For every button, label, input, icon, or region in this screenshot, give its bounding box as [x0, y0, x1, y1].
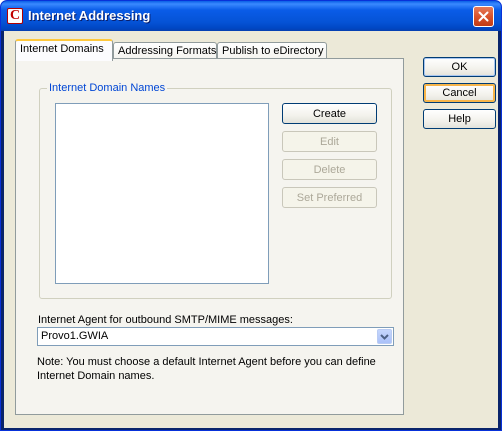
close-button[interactable] — [473, 6, 494, 27]
ok-button[interactable]: OK — [423, 57, 496, 77]
tab-label: Internet Domains — [20, 43, 104, 55]
internet-agent-label: Internet Agent for outbound SMTP/MIME me… — [38, 314, 293, 326]
dialog-window: C Internet Addressing Internet Domains A… — [0, 0, 502, 431]
internet-agent-dropdown[interactable]: Provo1.GWIA — [37, 327, 394, 346]
internet-agent-value: Provo1.GWIA — [41, 330, 109, 342]
group-title: Internet Domain Names — [47, 82, 168, 94]
cancel-button-label: Cancel — [442, 87, 477, 99]
tab-label: Addressing Formats — [118, 45, 217, 57]
set-preferred-button-label: Set Preferred — [296, 191, 363, 204]
edit-button[interactable]: Edit — [282, 131, 377, 152]
delete-button-label: Delete — [313, 163, 346, 176]
chevron-down-icon — [380, 333, 389, 340]
set-preferred-button[interactable]: Set Preferred — [282, 187, 377, 208]
ok-button-label: OK — [451, 61, 468, 73]
tab-panel-internet-domains: Internet Domain Names Create Edit Delete… — [15, 58, 404, 415]
close-x-icon — [478, 11, 489, 22]
dropdown-button[interactable] — [377, 329, 392, 344]
domain-names-list[interactable] — [55, 103, 269, 284]
window-title: Internet Addressing — [28, 8, 151, 23]
create-button[interactable]: Create — [282, 103, 377, 124]
internet-domain-names-group: Internet Domain Names Create Edit Delete… — [39, 82, 392, 299]
title-bar[interactable]: C Internet Addressing — [1, 1, 501, 31]
dialog-client-area: Internet Domains Addressing Formats Publ… — [4, 31, 498, 428]
delete-button[interactable]: Delete — [282, 159, 377, 180]
help-button-label: Help — [448, 113, 471, 125]
app-icon-letter: C — [9, 8, 21, 23]
tab-internet-domains[interactable]: Internet Domains — [15, 39, 113, 61]
create-button-label: Create — [312, 107, 347, 120]
note-text: Note: You must choose a default Internet… — [37, 356, 376, 382]
cancel-button[interactable]: Cancel — [423, 83, 496, 103]
help-button[interactable]: Help — [423, 109, 496, 129]
edit-button-label: Edit — [320, 135, 339, 148]
novell-app-icon: C — [7, 8, 23, 24]
tab-label: Publish to eDirectory — [222, 45, 324, 57]
